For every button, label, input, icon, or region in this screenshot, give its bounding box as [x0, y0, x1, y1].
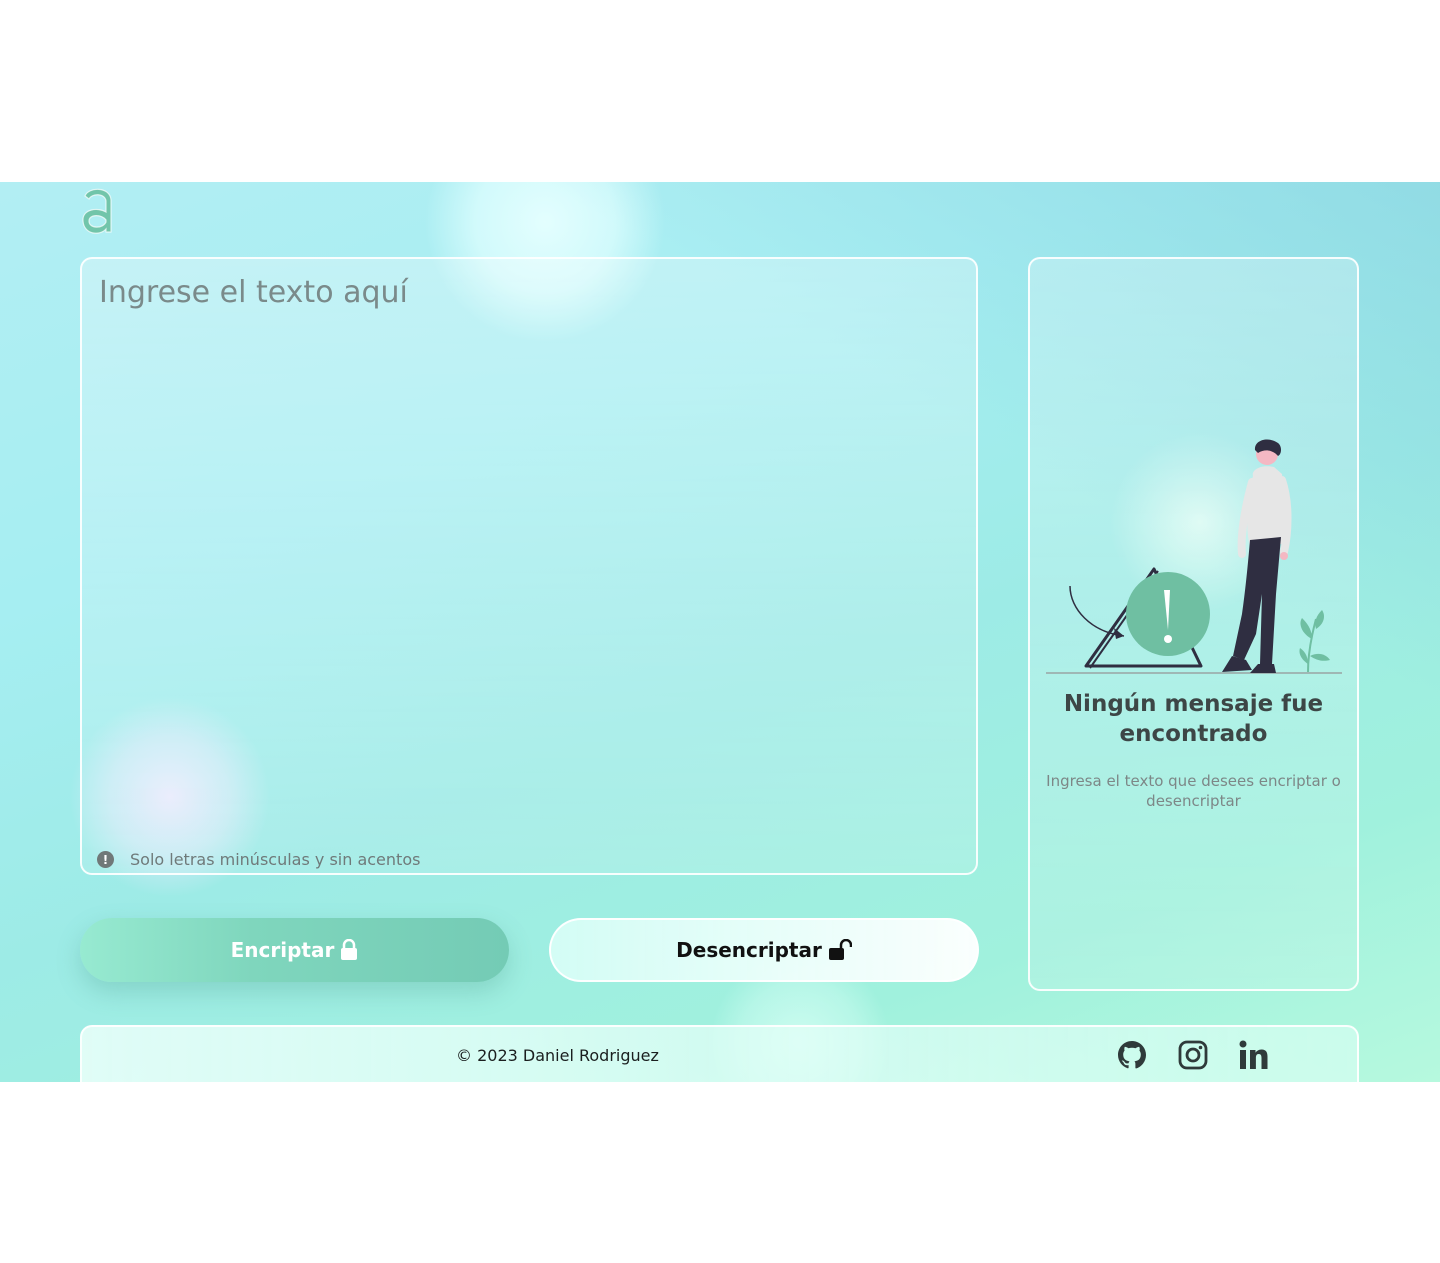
encrypt-button-label: Encriptar: [230, 938, 335, 962]
github-link[interactable]: [1114, 1037, 1150, 1073]
text-input-card: ! Solo letras minúsculas y sin acentos: [80, 257, 978, 875]
output-title: Ningún mensaje fue encontrado: [1063, 691, 1324, 747]
exclamation-circle-icon: !: [97, 851, 114, 868]
empty-state-illustration: [1046, 439, 1342, 674]
unlock-icon: [828, 939, 852, 960]
github-icon: [1118, 1041, 1146, 1069]
instagram-icon: [1178, 1040, 1208, 1070]
input-hint-text: Solo letras minúsculas y sin acentos: [130, 850, 421, 869]
copyright-text: © 2023 Daniel Rodriguez: [456, 1046, 659, 1065]
text-input[interactable]: [97, 273, 961, 817]
brand-logo: [80, 184, 116, 236]
decrypt-button[interactable]: Desencriptar: [549, 918, 979, 982]
input-hint: ! Solo letras minúsculas y sin acentos: [97, 850, 420, 869]
encrypt-button[interactable]: Encriptar: [80, 918, 509, 982]
linkedin-icon: [1239, 1040, 1268, 1069]
output-description: Ingresa el texto que desees encriptar o …: [1046, 772, 1341, 810]
footer: © 2023 Daniel Rodriguez: [80, 1025, 1359, 1082]
linkedin-link[interactable]: [1236, 1037, 1272, 1073]
output-card: Ningún mensaje fue encontrado Ingresa el…: [1028, 257, 1359, 991]
app-background: ! Solo letras minúsculas y sin acentos E…: [0, 182, 1440, 1082]
decrypt-button-label: Desencriptar: [676, 938, 822, 962]
lock-icon: [341, 939, 358, 960]
instagram-link[interactable]: [1175, 1037, 1211, 1073]
